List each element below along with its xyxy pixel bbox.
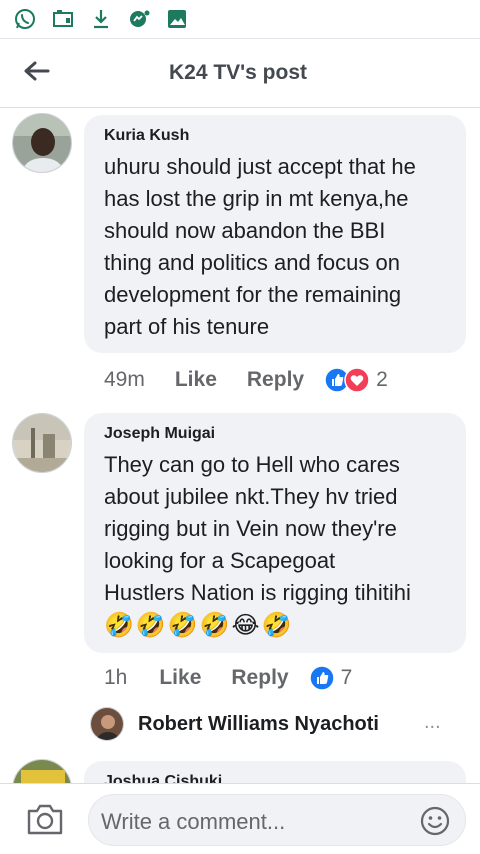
page-title: K24 TV's post <box>168 61 308 84</box>
smiley-icon <box>420 806 450 836</box>
more-replies-indicator[interactable]: ... <box>424 711 441 734</box>
like-button[interactable]: Like <box>175 368 217 392</box>
reactions-summary[interactable]: 2 <box>324 367 388 393</box>
comment-author[interactable]: Kuria Kush <box>104 127 446 145</box>
comment-bubble[interactable]: Joseph Muigai They can go to Hell who ca… <box>84 413 466 653</box>
avatar[interactable] <box>12 759 72 783</box>
gallery-icon <box>166 8 188 30</box>
comment-emojis: 🤣🤣🤣🤣😂🤣 <box>104 612 294 639</box>
like-button[interactable]: Like <box>159 666 201 690</box>
comments-feed[interactable]: Kuria Kush uhuru should just accept that… <box>0 109 480 783</box>
comment-composer: Write a comment... <box>0 783 480 854</box>
whatsapp-icon <box>14 8 36 30</box>
reply-preview[interactable]: Robert Williams Nyachoti ... <box>90 707 441 741</box>
comment-time[interactable]: 1h <box>104 666 127 690</box>
avatar[interactable] <box>90 707 124 741</box>
status-bar <box>0 0 480 38</box>
comment-author[interactable]: Joshua Cishuki <box>104 773 446 783</box>
comment-input[interactable]: Write a comment... <box>88 794 466 846</box>
comment-actions: 1h Like Reply 7 <box>104 665 352 691</box>
comment-text: They can go to Hell who cares about jubi… <box>104 452 411 605</box>
comment-bubble[interactable]: Joshua Cishuki <box>84 761 466 783</box>
download-icon <box>90 8 112 30</box>
app-header: K24 TV's post <box>0 38 480 108</box>
screen-cast-icon <box>52 8 74 30</box>
comment-bubble[interactable]: Kuria Kush uhuru should just accept that… <box>84 115 466 353</box>
reply-button[interactable]: Reply <box>247 368 304 392</box>
reaction-count: 7 <box>340 666 353 689</box>
comment-placeholder: Write a comment... <box>101 809 286 834</box>
avatar[interactable] <box>12 413 72 473</box>
reply-author[interactable]: Robert Williams Nyachoti <box>138 713 379 736</box>
comment-actions: 49m Like Reply 2 <box>104 367 388 393</box>
comment-author[interactable]: Joseph Muigai <box>104 425 446 443</box>
comment-text: uhuru should just accept that he has los… <box>104 154 416 339</box>
like-reaction-icon <box>308 665 335 691</box>
reply-button[interactable]: Reply <box>231 666 288 690</box>
messenger-icon <box>128 8 150 30</box>
camera-icon <box>27 804 63 835</box>
emoji-button[interactable] <box>419 805 451 837</box>
reaction-count: 2 <box>376 368 388 391</box>
comment-time[interactable]: 49m <box>104 368 145 392</box>
love-reaction-icon <box>344 367 370 393</box>
reactions-summary[interactable]: 7 <box>308 665 353 691</box>
avatar[interactable] <box>12 113 72 173</box>
camera-button[interactable] <box>26 802 64 836</box>
